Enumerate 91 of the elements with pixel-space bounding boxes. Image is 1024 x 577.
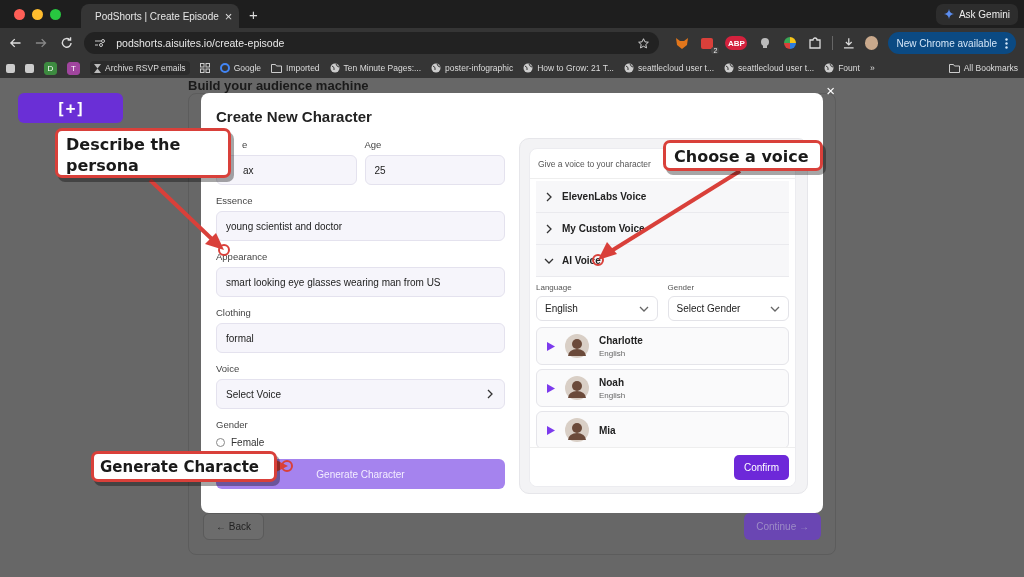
bookmark-letter-icon[interactable]: T xyxy=(67,61,80,75)
voice-item[interactable]: Charlotte English xyxy=(536,327,789,365)
globe-icon xyxy=(624,63,634,73)
update-button[interactable]: New Chrome available xyxy=(888,32,1016,54)
adblock-button[interactable]: ABP xyxy=(725,36,748,50)
voice-name: Noah xyxy=(599,376,625,388)
avatar xyxy=(565,334,589,358)
puzzle-icon[interactable] xyxy=(808,36,823,50)
add-button[interactable]: [+] xyxy=(18,93,123,123)
bookmark-item[interactable]: How to Grow: 21 T... xyxy=(523,63,614,73)
folder-icon xyxy=(948,63,960,73)
new-tab-button[interactable]: + xyxy=(249,5,258,23)
globe-icon xyxy=(724,63,735,73)
play-icon[interactable] xyxy=(547,341,555,351)
close-window-button[interactable] xyxy=(14,8,25,20)
chevron-icon xyxy=(544,191,554,202)
folder-icon xyxy=(271,63,283,73)
callout-tooltip: Choose a voice xyxy=(663,140,823,171)
bookmark-item[interactable]: seattlecloud user t... xyxy=(724,63,815,73)
voice-name: Charlotte xyxy=(599,334,643,346)
radio-label: Female xyxy=(231,436,265,448)
field-label: e xyxy=(241,139,249,151)
bookmark-item[interactable]: Imported xyxy=(271,63,320,73)
download-icon[interactable] xyxy=(843,37,855,49)
field-label: Voice xyxy=(216,363,241,375)
text-field[interactable]: smart looking eye glasses wearing man from US xyxy=(216,267,505,297)
dropdown[interactable]: Select Gender xyxy=(667,296,789,321)
voice-item[interactable]: Noah English xyxy=(536,369,789,407)
star-icon[interactable] xyxy=(638,37,650,49)
filter-label: Language xyxy=(536,283,573,292)
browser-tab[interactable]: PodShorts | Create Episode × xyxy=(81,4,239,28)
field-label: Appearance xyxy=(216,251,269,263)
bookmark-item[interactable]: poster-infographic xyxy=(431,63,514,73)
text-field[interactable]: young scientist and doctor xyxy=(216,211,505,241)
text-field[interactable]: 25 xyxy=(364,155,505,185)
avatar xyxy=(565,418,589,442)
site-settings-icon[interactable] xyxy=(94,38,107,48)
dialog-title: Create New Character xyxy=(216,107,373,127)
address-bar[interactable]: podshorts.aisuites.io/create-episode xyxy=(84,32,660,54)
callout-tooltip: Describe the persona xyxy=(55,128,231,178)
more-bookmarks-button[interactable]: » xyxy=(869,63,875,73)
apps-icon[interactable] xyxy=(199,63,210,73)
chevron-icon xyxy=(544,223,554,234)
bookmark-item[interactable]: Archive RSVP emails xyxy=(90,61,190,75)
sparkle-icon xyxy=(943,9,954,19)
color-wheel-icon[interactable] xyxy=(783,36,798,50)
ask-gemini-button[interactable]: Ask Gemini xyxy=(935,3,1018,25)
voice-language: English xyxy=(599,348,627,358)
bookmark-item[interactable]: Google xyxy=(219,63,262,73)
globe-icon xyxy=(824,63,835,73)
google-icon xyxy=(219,63,230,73)
close-button[interactable]: × xyxy=(826,82,835,99)
bookmark-letter-icon[interactable]: D xyxy=(44,61,57,75)
maximize-window-button[interactable] xyxy=(50,8,61,20)
voice-select[interactable]: Select Voice xyxy=(216,379,505,409)
minimize-window-button[interactable] xyxy=(32,8,43,20)
accordion-header[interactable]: My Custom Voice xyxy=(536,213,789,245)
globe-icon xyxy=(431,63,442,73)
bookmark-item[interactable]: Ten Minute Pages:... xyxy=(329,63,422,73)
page-heading: Build your audience machine xyxy=(188,78,369,93)
accordion-header[interactable]: ElevenLabs Voice xyxy=(536,181,789,213)
filter-label: Gender xyxy=(667,283,696,292)
voice-item[interactable]: Mia xyxy=(536,411,789,447)
profile-avatar[interactable] xyxy=(864,36,879,50)
bookmark-item[interactable]: All Bookmarks xyxy=(948,63,1018,73)
fox-icon[interactable] xyxy=(675,36,690,50)
avatar xyxy=(565,376,589,400)
field-label: Age xyxy=(364,139,383,151)
confirm-button[interactable]: Confirm xyxy=(734,454,789,480)
tab-title: PodShorts | Create Episode xyxy=(95,10,219,22)
bookmark-item[interactable]: seattlecloud user t... xyxy=(624,63,715,73)
close-tab-button[interactable]: × xyxy=(224,8,233,24)
text-field[interactable]: ax xyxy=(216,155,357,185)
globe-icon xyxy=(523,63,534,73)
globe-icon xyxy=(329,63,340,73)
field-label: Gender xyxy=(216,419,249,431)
callout-tooltip: Generate Characte xyxy=(91,451,277,482)
more-icon xyxy=(1005,37,1008,49)
bookmark-item[interactable]: Fount xyxy=(824,63,860,73)
text-field[interactable]: formal xyxy=(216,323,505,353)
play-icon[interactable] xyxy=(547,425,555,435)
field-label: Essence xyxy=(216,195,254,207)
dropdown[interactable]: English xyxy=(536,296,658,321)
voice-name: Mia xyxy=(599,424,616,436)
calendar-icon[interactable] xyxy=(701,37,714,49)
field-label: Clothing xyxy=(216,307,252,319)
hourglass-icon xyxy=(94,63,101,73)
url-text: podshorts.aisuites.io/create-episode xyxy=(116,37,286,49)
voice-language: English xyxy=(599,390,626,400)
chevron-icon xyxy=(485,389,495,399)
play-icon[interactable] xyxy=(547,383,555,393)
